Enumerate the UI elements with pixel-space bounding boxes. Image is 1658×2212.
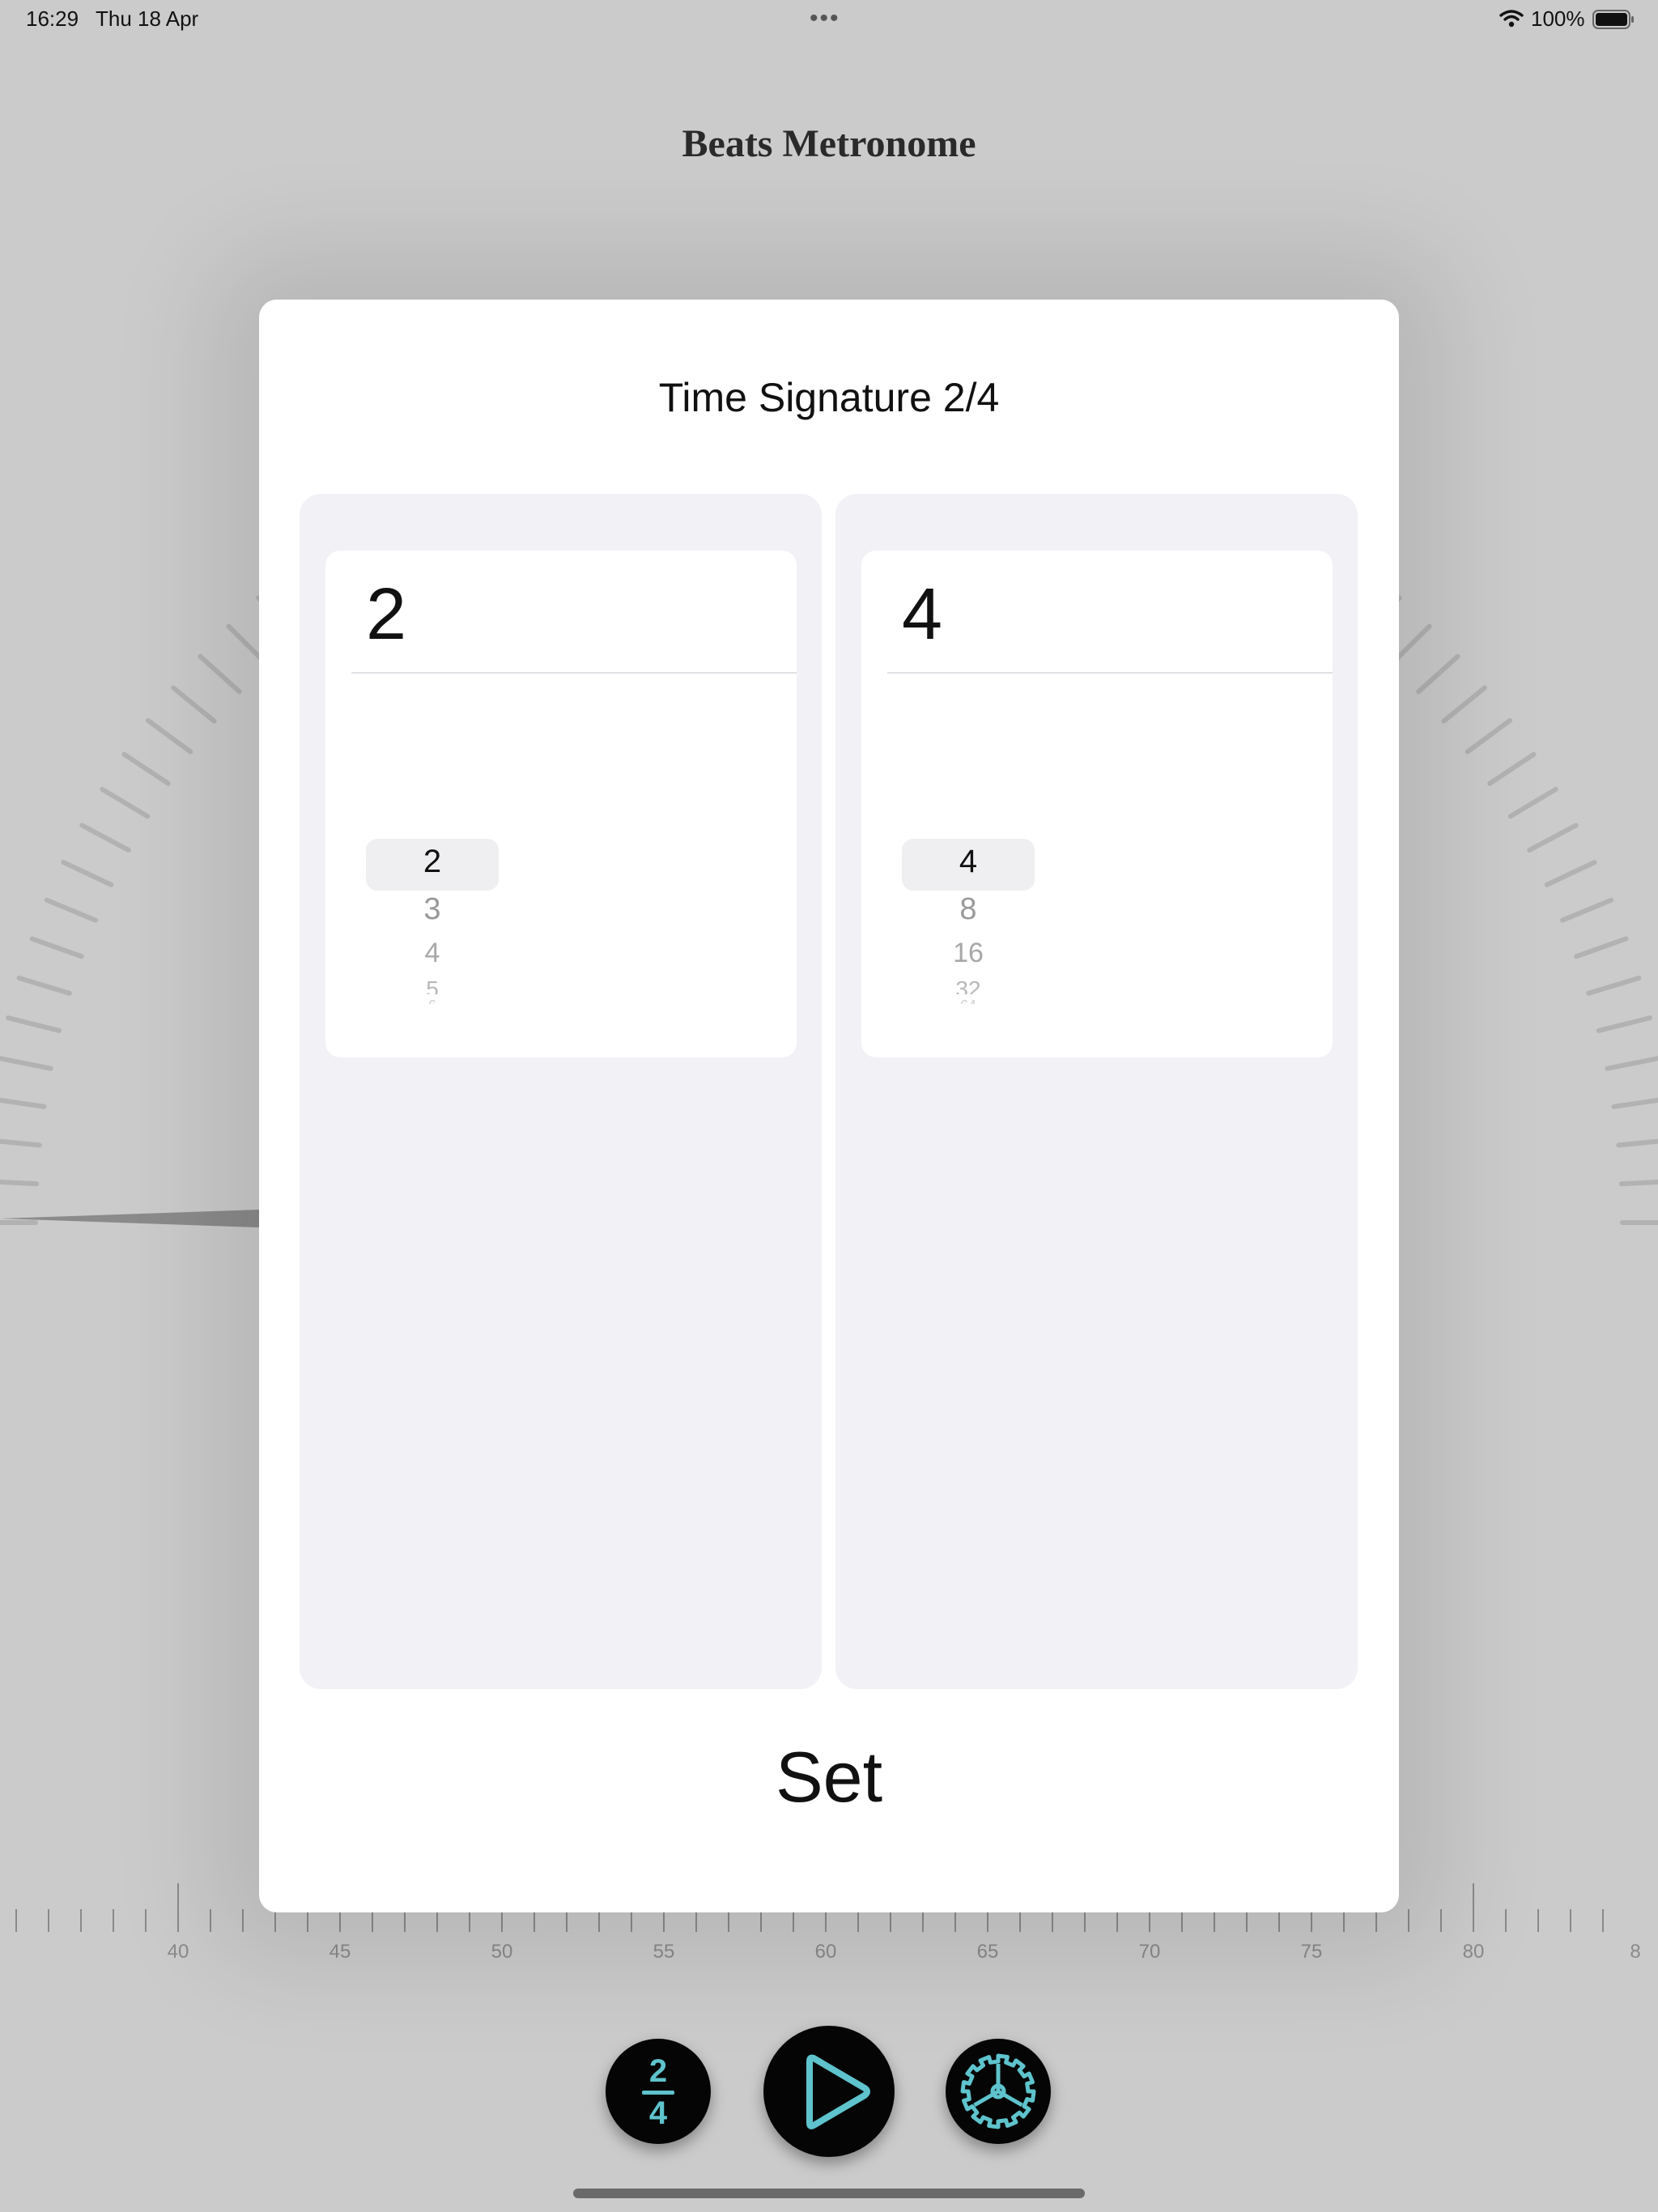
dial-tick <box>198 653 242 695</box>
dial-tick <box>100 786 151 819</box>
dial-tick <box>145 717 193 755</box>
dial-tick <box>16 975 72 996</box>
beats-option[interactable]: 4 <box>366 938 499 969</box>
fraction-bar <box>642 2091 674 2095</box>
dial-tick <box>1544 860 1597 887</box>
dial-tick <box>1465 717 1513 755</box>
status-date: Thu 18 Apr <box>96 6 199 31</box>
status-time: 16:29 <box>26 6 79 31</box>
dial-tick <box>79 823 131 853</box>
ruler-label: 45 <box>329 1941 351 1959</box>
beats-column: 2 2 3 4 5 6 <box>300 494 822 1689</box>
play-icon <box>806 2054 870 2129</box>
dial-tick <box>1507 786 1558 819</box>
dial-tick <box>0 1097 47 1109</box>
ruler-label: 50 <box>491 1941 513 1959</box>
ruler-label: 40 <box>168 1941 189 1959</box>
tempo-needle <box>0 1210 259 1227</box>
beats-card: 2 2 3 4 5 6 <box>325 551 797 1057</box>
dial-tick <box>1574 936 1629 959</box>
dial-tick <box>1487 751 1537 786</box>
time-signature-top: 2 <box>648 2053 668 2089</box>
dial-tick <box>29 936 84 959</box>
ruler-label: 8 <box>1630 1941 1640 1959</box>
note-value-option[interactable]: 16 <box>902 938 1035 969</box>
dial-tick <box>1618 1179 1658 1187</box>
dial-tick <box>1611 1097 1658 1109</box>
note-value: 4 <box>902 574 943 655</box>
ruler-label: 55 <box>653 1941 675 1959</box>
time-signature-dialog: Time Signature 2/4 2 2 3 4 5 6 4 4 8 16 … <box>259 300 1399 1912</box>
multitasking-dots[interactable]: ••• <box>810 5 840 32</box>
time-signature-button[interactable]: 2 4 <box>606 2039 711 2144</box>
dial-tick <box>0 1179 40 1187</box>
settings-gear-icon <box>960 2053 1036 2129</box>
ruler-label: 80 <box>1463 1941 1485 1959</box>
settings-button[interactable] <box>946 2039 1051 2144</box>
beats-option[interactable]: 5 <box>366 976 499 994</box>
dial-tick <box>6 1015 62 1033</box>
note-value-option[interactable]: 64 <box>902 998 1035 1004</box>
dial-tick <box>0 1056 53 1071</box>
dial-tick <box>1616 1138 1658 1148</box>
note-value-option-selected[interactable]: 4 <box>902 844 1035 880</box>
set-button[interactable]: Set <box>667 1733 991 1822</box>
note-value-column: 4 4 8 16 32 64 <box>835 494 1358 1689</box>
battery-percentage: 100% <box>1531 6 1585 31</box>
ruler-label: 70 <box>1139 1941 1161 1959</box>
dial-tick <box>171 685 217 724</box>
dialog-title: Time Signature 2/4 <box>658 375 1000 420</box>
time-signature-bottom: 4 <box>648 2095 668 2131</box>
dial-tick <box>1596 1015 1652 1033</box>
dial-tick <box>1416 653 1460 695</box>
note-value-card: 4 4 8 16 32 64 <box>861 551 1333 1057</box>
app-title: Beats Metronome <box>682 122 976 165</box>
beats-value: 2 <box>366 574 407 655</box>
dial-tick <box>1586 975 1642 996</box>
play-button[interactable] <box>763 2026 895 2157</box>
ruler-label: 65 <box>977 1941 999 1959</box>
battery-icon <box>1592 10 1634 29</box>
dial-tick <box>1527 823 1579 853</box>
dial-tick <box>1605 1056 1658 1071</box>
home-indicator[interactable] <box>573 2189 1085 2198</box>
dial-tick <box>0 1138 42 1148</box>
beats-option[interactable]: 6 <box>366 998 499 1004</box>
dial-tick <box>44 897 98 923</box>
beats-option[interactable]: 3 <box>366 892 499 927</box>
wifi-icon <box>1499 10 1524 28</box>
dial-tick <box>1560 897 1614 923</box>
divider <box>887 672 1333 674</box>
note-value-option[interactable]: 32 <box>902 976 1035 994</box>
dial-tick <box>1441 685 1487 724</box>
note-value-option[interactable]: 8 <box>902 892 1035 927</box>
ruler-label: 60 <box>815 1941 837 1959</box>
dial-tick <box>61 860 114 887</box>
beats-option-selected[interactable]: 2 <box>366 844 499 880</box>
dial-tick <box>121 751 171 786</box>
divider <box>351 672 797 674</box>
ruler-label: 75 <box>1301 1941 1323 1959</box>
